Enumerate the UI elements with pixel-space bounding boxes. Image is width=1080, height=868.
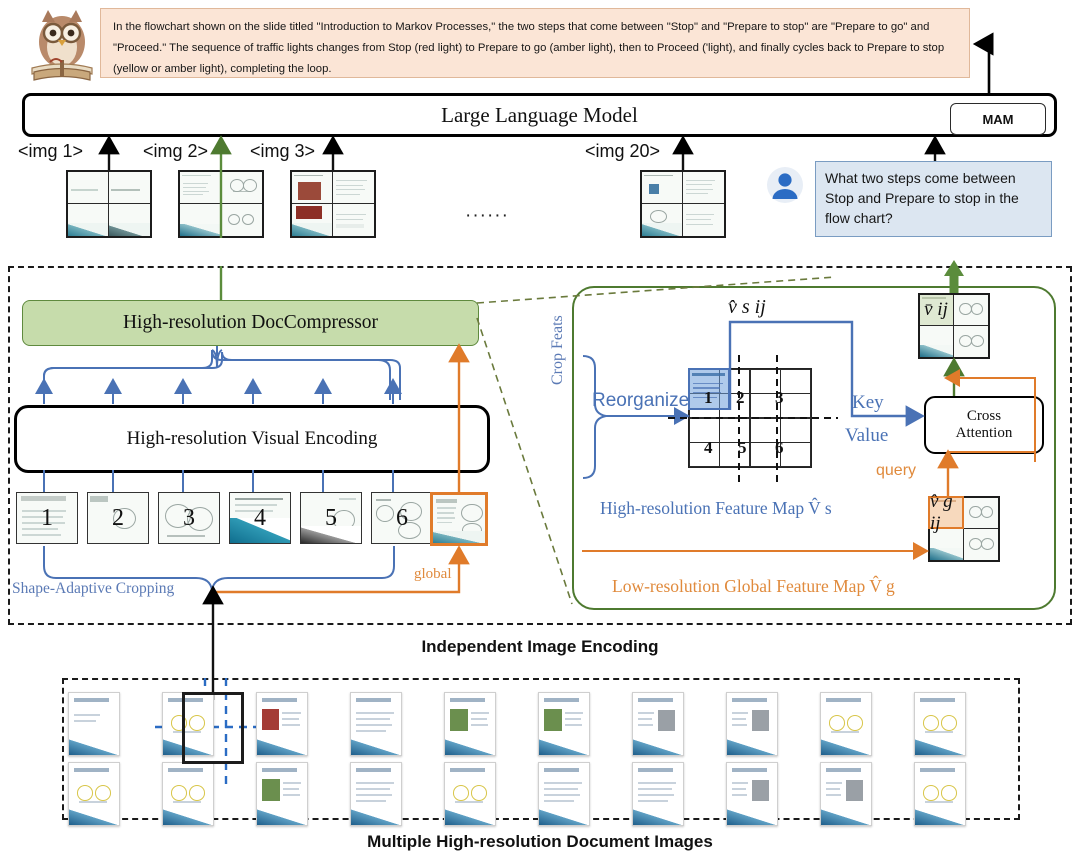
crop-number-1: 1 — [41, 504, 53, 531]
grid-number-6: 6 — [775, 438, 784, 457]
document-thumbnail[interactable] — [632, 762, 684, 826]
crop-number-5: 5 — [325, 504, 337, 531]
reorganize-label: Reorganize — [592, 390, 690, 411]
vhat-s-ij-symbol: v̂ s ij — [728, 296, 766, 318]
img-label-3: <img 3> — [250, 141, 316, 161]
crop-number-3: 3 — [183, 504, 195, 531]
user-question-box: What two steps come between Stop and Pre… — [815, 161, 1052, 237]
large-language-model-box: Large Language Model MAM — [22, 93, 1057, 137]
cross-attention-box: Cross Attention — [924, 396, 1044, 454]
document-thumbnail[interactable] — [538, 762, 590, 826]
independent-image-encoding-label: Independent Image Encoding — [421, 637, 659, 656]
document-thumbnail[interactable] — [68, 762, 120, 826]
document-thumbnail[interactable] — [350, 762, 402, 826]
global-path-label: global — [414, 566, 452, 582]
img-label-2: <img 2> — [143, 141, 209, 161]
vbar-ij-symbol: v̄ ij — [924, 298, 948, 320]
cross-attention-line-2: Attention — [955, 425, 1013, 441]
crop-thumb-3: 3 — [158, 492, 220, 544]
crop-number-2: 2 — [112, 504, 124, 531]
llm-title: Large Language Model — [441, 102, 638, 127]
ellipsis-indicator: ······ — [465, 205, 509, 226]
document-thumbnail[interactable] — [444, 762, 496, 826]
crop-thumb-2: 2 — [87, 492, 149, 544]
document-thumbnail[interactable] — [444, 692, 496, 756]
query-label: query — [876, 462, 917, 479]
document-thumbnail[interactable] — [256, 762, 308, 826]
vhat-g-ij-symbol: v̂ g ij — [928, 491, 964, 534]
document-thumbnail[interactable] — [914, 692, 966, 756]
document-thumbnail[interactable] — [726, 692, 778, 756]
input-image-thumb-1 — [66, 170, 152, 238]
img-label-20: <img 20> — [585, 141, 661, 161]
crop-feats-label: Crop Feats — [549, 315, 566, 385]
img-label-1: <img 1> — [18, 141, 84, 161]
crop-thumb-5: 5 — [300, 492, 362, 544]
key-label: Key — [852, 392, 884, 413]
value-label: Value — [845, 425, 889, 446]
llm-answer-text: In the flowchart shown on the slide titl… — [113, 21, 945, 75]
document-thumbnail[interactable] — [914, 762, 966, 826]
grid-number-4: 4 — [704, 438, 713, 457]
multiple-documents-label: Multiple High-resolution Document Images — [367, 832, 713, 851]
global-crop-thumb — [430, 492, 488, 546]
grid-number-2: 2 — [736, 388, 745, 407]
crop-number-4: 4 — [254, 504, 266, 531]
document-thumbnail[interactable] — [820, 762, 872, 826]
user-question-text: What two steps come between Stop and Pre… — [825, 170, 1019, 226]
crop-thumb-6: 6 — [371, 492, 433, 544]
document-thumbnail[interactable] — [632, 692, 684, 756]
grid-number-3: 3 — [775, 388, 784, 407]
document-thumbnail[interactable] — [68, 692, 120, 756]
llm-answer-bubble: In the flowchart shown on the slide titl… — [100, 8, 970, 78]
document-thumbnail[interactable] — [538, 692, 590, 756]
input-image-thumb-2 — [178, 170, 264, 238]
crop-thumb-4: 4 — [229, 492, 291, 544]
document-thumbnail[interactable] — [820, 692, 872, 756]
selected-document-highlight — [182, 692, 244, 764]
mam-module-box: MAM — [950, 103, 1046, 135]
high-resolution-feature-map-label: High-resolution Feature Map V̂ s — [600, 498, 832, 518]
document-thumbnail[interactable] — [726, 762, 778, 826]
grid-number-1: 1 — [704, 388, 713, 407]
document-thumbnail[interactable] — [162, 762, 214, 826]
input-image-thumb-20 — [640, 170, 726, 238]
owl-mascot-icon — [24, 2, 100, 86]
crop-number-6: 6 — [396, 504, 408, 531]
high-resolution-visual-encoding-box: High-resolution Visual Encoding — [14, 405, 490, 473]
cross-attention-line-1: Cross — [966, 408, 1002, 425]
high-resolution-doccompressor-box: High-resolution DocCompressor — [22, 300, 479, 346]
document-thumbnail[interactable] — [256, 692, 308, 756]
input-image-thumb-3 — [290, 170, 376, 238]
low-resolution-global-feature-map-label: Low-resolution Global Feature Map V̂ g — [612, 576, 895, 596]
user-avatar — [766, 166, 804, 204]
shape-adaptive-cropping-label: Shape-Adaptive Cropping — [12, 580, 175, 597]
crop-thumb-1: 1 — [16, 492, 78, 544]
grid-number-5: 5 — [738, 438, 747, 457]
document-thumbnail[interactable] — [350, 692, 402, 756]
